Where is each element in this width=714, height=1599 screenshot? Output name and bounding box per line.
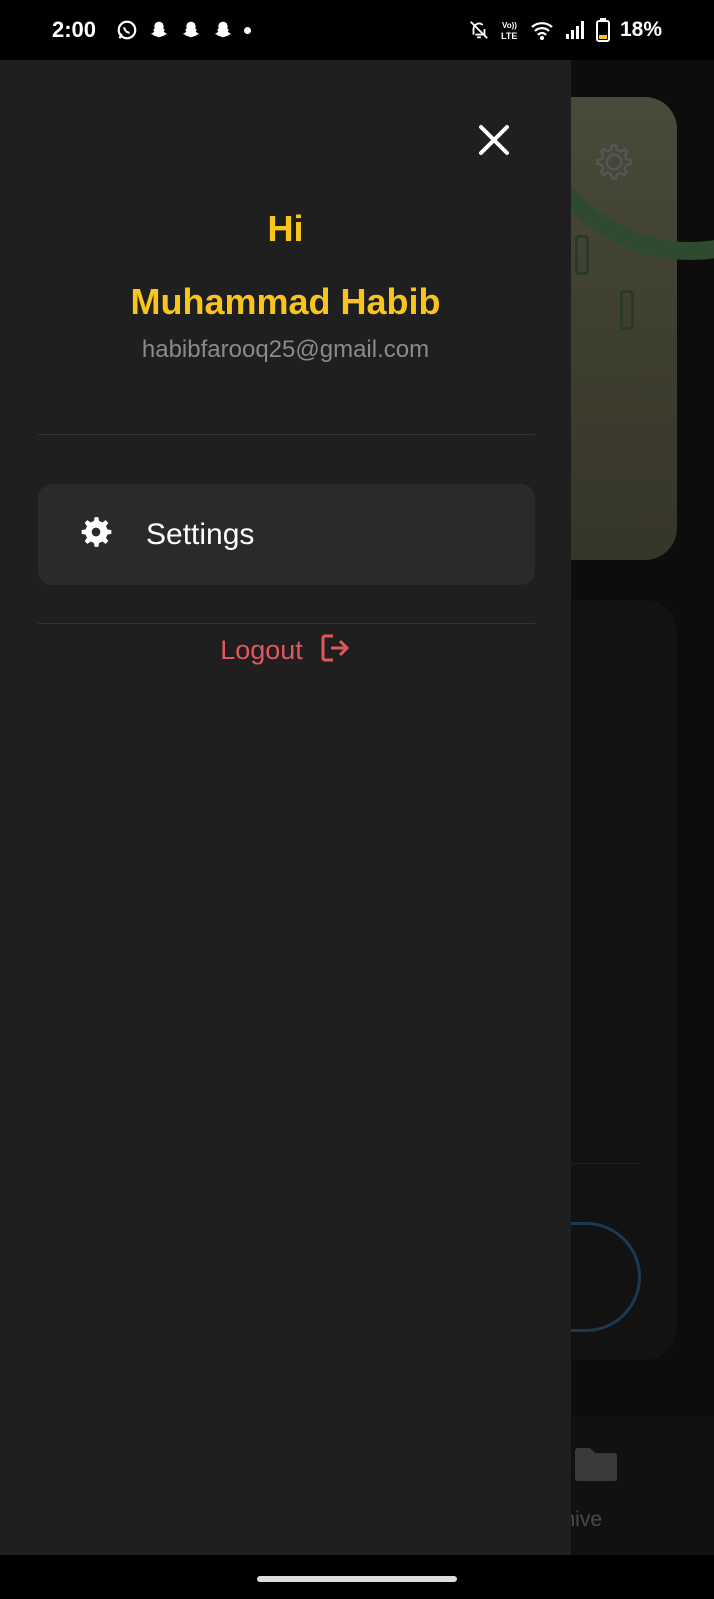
- user-email: habibfarooq25@gmail.com: [141, 336, 430, 363]
- lantern-decoration: [575, 235, 589, 275]
- whatsapp-icon: [116, 19, 138, 41]
- divider: [38, 623, 535, 624]
- notification-dot: [244, 26, 252, 34]
- gear-icon: [76, 512, 116, 557]
- logout-label: Logout: [220, 635, 303, 665]
- folder-icon: [573, 1445, 619, 1488]
- menu-item-label: Settings: [146, 517, 255, 551]
- greeting-text: Hi: [267, 208, 304, 249]
- logout-button[interactable]: Logout: [0, 632, 571, 669]
- status-time: 2:00: [52, 17, 97, 42]
- snapchat-icon: [212, 19, 234, 41]
- lantern-decoration: [620, 290, 634, 330]
- logout-icon: [319, 632, 351, 669]
- mute-bell-icon: [468, 19, 490, 41]
- gesture-handle[interactable]: [257, 1576, 457, 1582]
- snapchat-icon: [180, 19, 202, 41]
- close-button[interactable]: [470, 118, 518, 166]
- signal-icon: [564, 19, 586, 41]
- status-bar: 2:00 Vo)) LTE 18%: [0, 0, 714, 60]
- svg-text:LTE: LTE: [501, 31, 517, 41]
- user-name: Muhammad Habib: [130, 281, 441, 322]
- wifi-icon: [530, 19, 554, 41]
- snapchat-icon: [148, 19, 170, 41]
- gear-icon: [592, 140, 636, 189]
- menu-item-settings[interactable]: Settings: [38, 484, 535, 585]
- divider: [38, 434, 535, 435]
- navigation-drawer: Hi Muhammad Habib habibfarooq25@gmail.co…: [0, 60, 571, 1555]
- svg-text:Vo)): Vo)): [502, 21, 517, 30]
- volte-icon: Vo)) LTE: [500, 18, 520, 42]
- battery-icon: [595, 18, 610, 42]
- battery-percent: 18%: [619, 18, 662, 41]
- close-icon: [477, 123, 511, 162]
